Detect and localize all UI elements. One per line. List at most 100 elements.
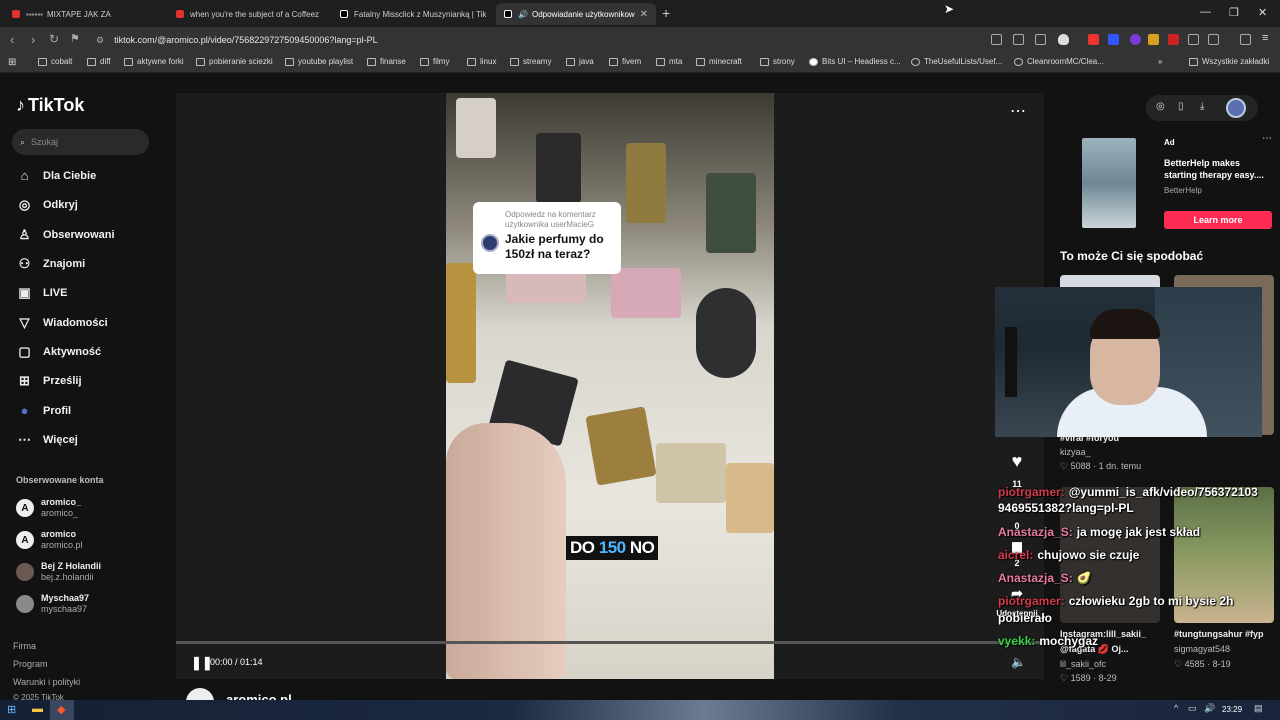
install-icon[interactable]	[1013, 34, 1024, 45]
bookmark-pobieranie[interactable]: pobieranie sciezki	[196, 57, 273, 66]
like-icon[interactable]: ♥	[1002, 451, 1032, 472]
nav-wiecej[interactable]: ⋯ Więcej	[16, 432, 78, 448]
video-player[interactable]: Odpowiedz na komentarz użytkownika userM…	[176, 93, 1044, 679]
footer-link[interactable]: Firma	[13, 641, 36, 651]
footer-link[interactable]: Program	[13, 659, 48, 669]
nav-odkryj[interactable]: ◎ Odkryj	[16, 197, 78, 213]
forward-icon[interactable]: ›	[31, 32, 35, 47]
download-icon[interactable]: ⤓	[1200, 101, 1204, 112]
following-account[interactable]: A aromico aromico.pl	[16, 529, 83, 551]
reload-icon[interactable]: ↻	[49, 32, 59, 46]
nav-profil[interactable]: ● Profil	[16, 403, 72, 418]
bookmark-diff[interactable]: diff	[87, 57, 111, 66]
nav-live[interactable]: ▣ LIVE	[16, 285, 67, 301]
following-account[interactable]: Bej Z Holandii bej.z.holandii	[16, 561, 101, 583]
following-account[interactable]: Myschaa97 myschaa97	[16, 593, 89, 615]
tray-chevron-icon[interactable]: ^	[1174, 703, 1178, 713]
recommendations-header: To może Ci się spodobać	[1060, 249, 1204, 263]
extension-icon[interactable]	[1088, 34, 1099, 45]
new-tab-icon[interactable]: +	[662, 5, 670, 21]
tiktok-logo[interactable]: ♪ TikTok	[16, 95, 84, 116]
volume-icon[interactable]: 🔈	[1011, 655, 1026, 669]
bookmark-folder-streamy[interactable]: streamy	[510, 57, 551, 66]
progress-bar[interactable]	[176, 641, 1044, 644]
rec-user[interactable]: sigmagyat548	[1174, 644, 1230, 654]
nav-obserwowani[interactable]: ♙ Obserwowani	[16, 227, 115, 243]
footer-link[interactable]: Warunki i polityki	[13, 677, 80, 687]
tab-fatalny[interactable]: Fatalny Missclick z Muszynianką | Tik	[332, 3, 492, 25]
back-icon[interactable]: ‹	[10, 32, 14, 47]
device-icon[interactable]: ▯	[1178, 101, 1184, 112]
extension-icon[interactable]	[1148, 34, 1159, 45]
extension-icon[interactable]	[1168, 34, 1179, 45]
brave-browser-icon[interactable]: ◆	[57, 703, 65, 716]
restore-icon[interactable]: ❐	[1229, 6, 1239, 19]
nav-dla-ciebie[interactable]: ⌂ Dla Ciebie	[16, 168, 97, 183]
tab-odpowiadanie[interactable]: 🔊 Odpowiadanie użytkownikow ✕	[496, 3, 656, 25]
bookmark-folder-fivem[interactable]: fivem	[609, 57, 641, 66]
bookmark-folder-minecraft[interactable]: minecraft	[696, 57, 742, 66]
minimize-icon[interactable]: —	[1200, 6, 1211, 18]
share-icon[interactable]	[1035, 34, 1046, 45]
explore-icon[interactable]: ◎	[1156, 101, 1165, 112]
bookmark-bitsui[interactable]: Bits UI – Headless c...	[809, 57, 901, 66]
ad-more-icon[interactable]: ⋯	[1262, 133, 1272, 144]
url-field[interactable]: ⚙ tiktok.com/@aromico.pl/video/756822972…	[86, 30, 986, 50]
tab-coffeez[interactable]: when you're the subject of a Coffeez	[168, 3, 328, 25]
volume-tray-icon[interactable]: 🔊	[1204, 703, 1215, 714]
apps-icon[interactable]: ⊞	[8, 57, 16, 68]
profile-avatar-icon[interactable]	[1226, 98, 1246, 118]
nav-przeslij[interactable]: ⊞ Prześlij	[16, 373, 81, 389]
bookmark-icon[interactable]: ⚑	[70, 32, 80, 45]
bookmark-folder-strony[interactable]: strony	[760, 57, 795, 66]
ad-thumbnail[interactable]	[1082, 138, 1136, 228]
nav-aktywnosc[interactable]: ▢ Aktywność	[16, 344, 101, 360]
learn-more-button[interactable]: Learn more	[1164, 211, 1272, 229]
bookmark-folder-filmy[interactable]: filmy	[420, 57, 449, 66]
following-account[interactable]: A aromico_ aromico_	[16, 497, 81, 519]
bookmark-folder-mta[interactable]: mta	[656, 57, 682, 66]
bookmark-cobalt[interactable]: cobalt	[38, 57, 72, 66]
file-explorer-icon[interactable]: ▬	[32, 703, 43, 715]
extension-icon[interactable]	[1108, 34, 1119, 45]
sponsored-ad[interactable]: Ad ⋯ BetterHelp makes starting therapy e…	[1060, 133, 1275, 233]
bookmark-youtube[interactable]: youtube playlist	[285, 57, 353, 66]
chat-text: 9469551382?lang=pl-PL	[998, 501, 1134, 515]
brave-shield-icon[interactable]	[1058, 34, 1069, 45]
extension-icon[interactable]	[1130, 34, 1141, 45]
bookmark-folder-linux[interactable]: linux	[467, 57, 496, 66]
bookmarks-overflow-icon[interactable]: »	[1158, 57, 1162, 66]
windows-start-icon[interactable]: ⊞	[7, 703, 16, 716]
media-icon[interactable]	[1240, 34, 1251, 45]
puzzle-icon[interactable]	[1188, 34, 1199, 45]
bookmark-folder-finanse[interactable]: finanse	[367, 57, 406, 66]
folder-icon	[696, 57, 705, 66]
bookmark-cleanroom[interactable]: CleanroomMC/Clea...	[1014, 57, 1104, 66]
nav-znajomi[interactable]: ⚇ Znajomi	[16, 256, 86, 272]
webcam-overlay	[995, 287, 1262, 437]
rec-user[interactable]: kizyaa_	[1060, 447, 1091, 457]
all-bookmarks[interactable]: Wszystkie zakładki	[1189, 57, 1269, 66]
video-frame[interactable]: Odpowiedz na komentarz użytkownika userM…	[446, 93, 774, 679]
close-window-icon[interactable]: ✕	[1258, 6, 1267, 19]
taskbar-clock[interactable]: 23:29	[1222, 705, 1242, 714]
nav-wiadomosci[interactable]: ▽ Wiadomości	[16, 315, 108, 331]
bookmark-usefullists[interactable]: TheUsefulLists/Usef...	[911, 57, 1002, 66]
bookmark-forki[interactable]: aktywne forki	[124, 57, 184, 66]
bookmark-label: CleanroomMC/Clea...	[1027, 57, 1104, 66]
menu-icon[interactable]: ≡	[1262, 32, 1268, 44]
notifications-icon[interactable]: ▤	[1254, 703, 1263, 714]
sidebar-icon[interactable]	[1208, 34, 1219, 45]
cast-icon[interactable]	[991, 34, 1002, 45]
bookmark-label: aktywne forki	[137, 57, 184, 66]
activity-icon: ▢	[18, 344, 31, 359]
more-options-icon[interactable]: ⋯	[1010, 101, 1026, 121]
close-tab-icon[interactable]: ✕	[640, 9, 648, 20]
bookmark-folder-java[interactable]: java	[566, 57, 594, 66]
rec-user[interactable]: lil_sakii_ofc	[1060, 659, 1106, 669]
tab-mixtape[interactable]: ▪▪▪▪▪▪ MIXTAPE JAK ZA	[4, 3, 164, 25]
search-input[interactable]: ⌕ Szukaj	[12, 129, 149, 155]
site-info-icon[interactable]: ⚙	[96, 35, 104, 46]
network-icon[interactable]: ▭	[1188, 703, 1197, 714]
perfume-bottle	[611, 268, 681, 318]
